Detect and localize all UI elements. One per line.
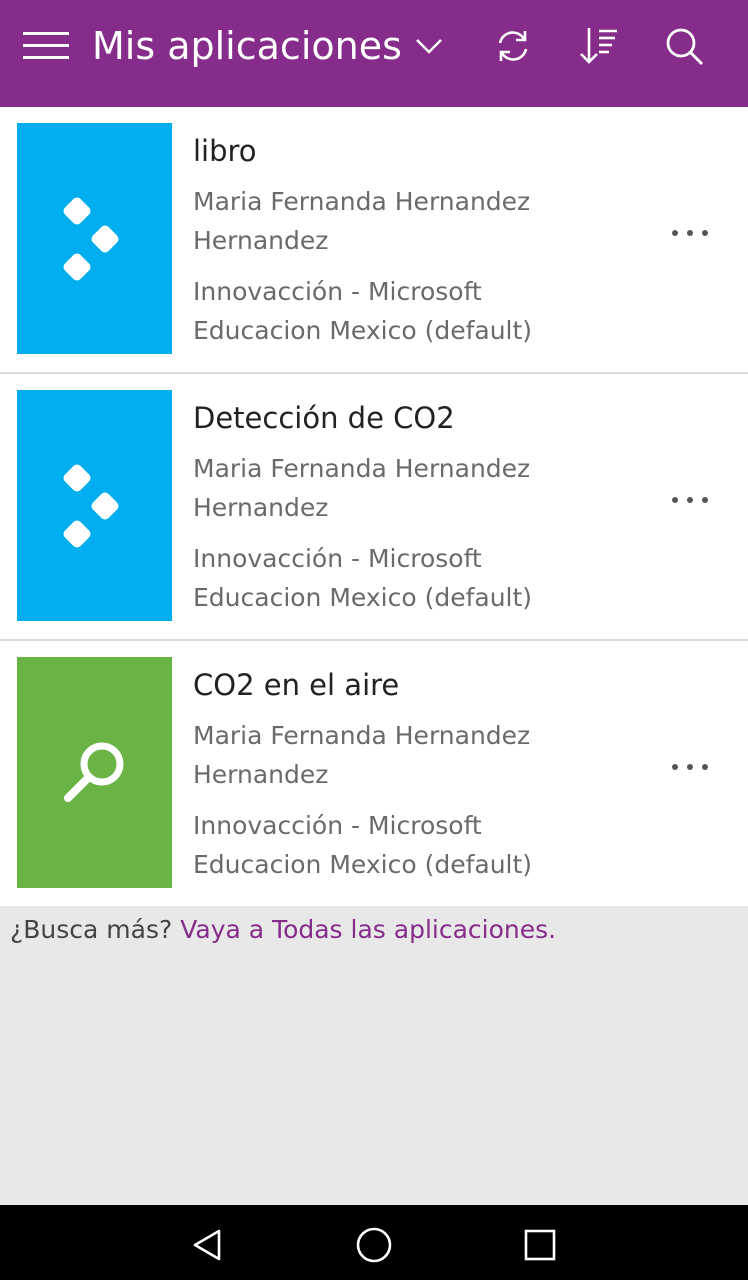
hamburger-menu-icon[interactable] <box>23 32 69 60</box>
app-owner: Maria Fernanda Hernandez Hernandez <box>193 187 531 255</box>
chevron-down-icon <box>416 39 442 54</box>
app-owner: Maria Fernanda Hernandez Hernandez <box>193 454 531 522</box>
more-options-icon[interactable] <box>672 761 708 773</box>
recents-square-icon[interactable] <box>520 1225 560 1265</box>
app-title: CO2 en el aire <box>193 668 400 702</box>
app-header: Mis aplicaciones <box>0 0 748 107</box>
more-options-icon[interactable] <box>672 494 708 506</box>
page-title: Mis aplicaciones <box>92 24 402 68</box>
app-environment: Innovacción - Microsoft Educacion Mexico… <box>193 544 533 612</box>
title-dropdown[interactable]: Mis aplicaciones <box>92 22 444 70</box>
back-triangle-icon[interactable] <box>187 1225 227 1265</box>
sort-icon[interactable] <box>577 24 621 68</box>
all-apps-link[interactable]: Vaya a Todas las aplicaciones. <box>180 915 556 944</box>
more-apps-prompt: ¿Busca más? <box>10 915 173 944</box>
app-tile <box>17 390 172 621</box>
more-apps-note: ¿Busca más? Vaya a Todas las aplicacione… <box>10 908 556 952</box>
app-tile <box>17 123 172 354</box>
magnifier-icon <box>63 742 123 802</box>
search-icon[interactable] <box>662 24 706 68</box>
powerapps-diamonds-icon <box>63 197 118 280</box>
list-item[interactable]: CO2 en el aire Maria Fernanda Hernandez … <box>0 641 748 906</box>
refresh-icon[interactable] <box>491 24 535 68</box>
app-tile <box>17 657 172 888</box>
list-item[interactable]: libro Maria Fernanda Hernandez Hernandez… <box>0 107 748 374</box>
app-environment: Innovacción - Microsoft Educacion Mexico… <box>193 277 533 345</box>
more-options-icon[interactable] <box>672 227 708 239</box>
app-list: libro Maria Fernanda Hernandez Hernandez… <box>0 107 748 906</box>
app-title: libro <box>193 134 257 168</box>
list-item[interactable]: Detección de CO2 Maria Fernanda Hernande… <box>0 374 748 641</box>
home-circle-icon[interactable] <box>354 1225 394 1265</box>
app-environment: Innovacción - Microsoft Educacion Mexico… <box>193 811 533 879</box>
app-title: Detección de CO2 <box>193 401 455 435</box>
app-owner: Maria Fernanda Hernandez Hernandez <box>193 721 531 789</box>
system-nav-bar <box>0 1205 748 1280</box>
powerapps-diamonds-icon <box>63 464 118 547</box>
